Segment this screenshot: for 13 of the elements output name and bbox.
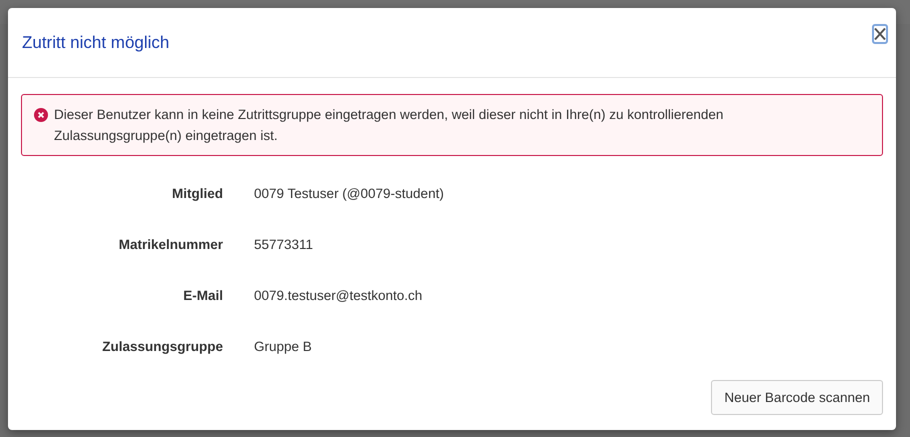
field-label: E-Mail — [182, 287, 223, 305]
scan-button[interactable]: Neuer Barcode scannen — [711, 380, 883, 415]
error-icon — [34, 108, 48, 122]
field-value: 55773311 — [254, 236, 314, 254]
field-value: 0079 Testuser (@0079-student) — [254, 185, 445, 203]
alert-message: Dieser Benutzer kann in keine Zutrittsgruppe eingetragen werden, weil dieser nicht in Ihre(n) zu kontrollierenden Zulassungsgruppe(n) eingetragen ist. — [54, 106, 724, 145]
dialog-title: Zutritt nicht möglich — [22, 32, 170, 52]
field-label: Zulassungsgruppe — [101, 338, 223, 356]
field-label: Matrikelnummer — [118, 236, 223, 254]
field-value: 0079.testuser@testkonto.ch — [254, 287, 424, 305]
field-label: Mitglied — [171, 185, 223, 203]
field-value: Gruppe B — [254, 338, 313, 356]
close-button[interactable] — [872, 24, 888, 44]
